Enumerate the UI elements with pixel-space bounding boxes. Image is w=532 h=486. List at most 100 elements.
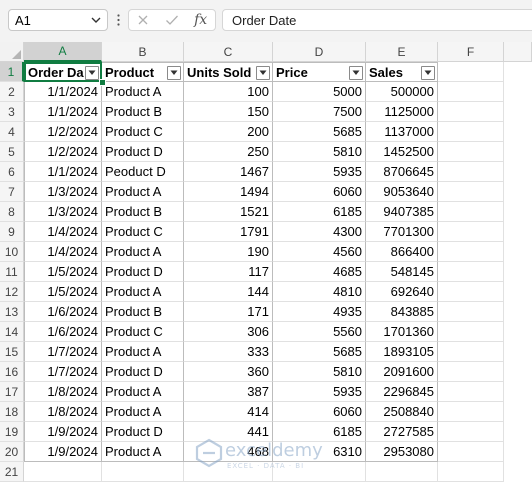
table-cell[interactable]: 1/1/2024 [24, 162, 102, 182]
name-box[interactable]: A1 [8, 9, 108, 31]
empty-cell[interactable] [438, 342, 504, 362]
table-cell[interactable]: 1/9/2024 [24, 442, 102, 462]
table-cell[interactable]: 692640 [366, 282, 438, 302]
row-header-15[interactable]: 15 [0, 342, 24, 362]
table-cell[interactable]: 5810 [273, 362, 366, 382]
filter-dropdown-button[interactable] [349, 66, 363, 80]
table-cell[interactable]: 1494 [184, 182, 273, 202]
formula-input[interactable]: Order Date [222, 9, 532, 31]
table-cell[interactable]: 100 [184, 82, 273, 102]
table-cell[interactable]: Product B [102, 102, 184, 122]
row-header-17[interactable]: 17 [0, 382, 24, 402]
table-cell[interactable]: 1/6/2024 [24, 322, 102, 342]
empty-cell[interactable] [438, 322, 504, 342]
table-cell[interactable]: 1791 [184, 222, 273, 242]
row-header-13[interactable]: 13 [0, 302, 24, 322]
empty-cell[interactable] [438, 462, 504, 482]
column-header-a[interactable]: A [24, 42, 102, 62]
table-cell[interactable]: 500000 [366, 82, 438, 102]
table-cell[interactable]: 1/5/2024 [24, 262, 102, 282]
row-header-3[interactable]: 3 [0, 102, 24, 122]
table-cell[interactable]: 7701300 [366, 222, 438, 242]
table-cell[interactable]: 6185 [273, 202, 366, 222]
row-header-11[interactable]: 11 [0, 262, 24, 282]
table-cell[interactable]: 1452500 [366, 142, 438, 162]
table-cell[interactable]: 171 [184, 302, 273, 322]
more-options-icon[interactable] [114, 10, 122, 30]
table-cell[interactable]: 843885 [366, 302, 438, 322]
row-header-6[interactable]: 6 [0, 162, 24, 182]
empty-cell[interactable] [438, 362, 504, 382]
table-cell[interactable]: 1/6/2024 [24, 302, 102, 322]
table-cell[interactable]: 2508840 [366, 402, 438, 422]
empty-cell[interactable] [438, 62, 504, 82]
empty-cell[interactable] [24, 462, 102, 482]
table-cell[interactable]: 1/2/2024 [24, 122, 102, 142]
table-cell[interactable]: 1137000 [366, 122, 438, 142]
table-cell[interactable]: 250 [184, 142, 273, 162]
table-cell[interactable]: 9407385 [366, 202, 438, 222]
filter-dropdown-button[interactable] [85, 66, 99, 80]
table-cell[interactable]: 1/3/2024 [24, 202, 102, 222]
row-header-5[interactable]: 5 [0, 142, 24, 162]
table-cell[interactable]: 6060 [273, 402, 366, 422]
table-cell[interactable]: 5810 [273, 142, 366, 162]
cancel-icon[interactable] [132, 11, 154, 29]
table-cell[interactable]: 1/9/2024 [24, 422, 102, 442]
table-cell[interactable]: 1521 [184, 202, 273, 222]
table-cell[interactable]: 1/4/2024 [24, 242, 102, 262]
table-cell[interactable]: 190 [184, 242, 273, 262]
table-cell[interactable]: 1/7/2024 [24, 342, 102, 362]
row-header-20[interactable]: 20 [0, 442, 24, 462]
empty-cell[interactable] [438, 402, 504, 422]
table-header-cell[interactable]: Units Sold [184, 62, 273, 82]
table-cell[interactable]: Product A [102, 382, 184, 402]
row-header-16[interactable]: 16 [0, 362, 24, 382]
table-cell[interactable]: 9053640 [366, 182, 438, 202]
empty-cell[interactable] [438, 182, 504, 202]
table-header-cell[interactable]: Product [102, 62, 184, 82]
table-cell[interactable]: Product D [102, 142, 184, 162]
table-cell[interactable]: 1/1/2024 [24, 82, 102, 102]
empty-cell[interactable] [438, 382, 504, 402]
table-cell[interactable]: 5935 [273, 162, 366, 182]
table-cell[interactable]: 1467 [184, 162, 273, 182]
row-header-14[interactable]: 14 [0, 322, 24, 342]
empty-cell[interactable] [438, 122, 504, 142]
table-cell[interactable]: Peoduct D [102, 162, 184, 182]
empty-cell[interactable] [438, 302, 504, 322]
row-header-7[interactable]: 7 [0, 182, 24, 202]
table-cell[interactable]: 1/1/2024 [24, 102, 102, 122]
row-header-1[interactable]: 1 [0, 62, 24, 82]
table-cell[interactable]: Product D [102, 422, 184, 442]
table-cell[interactable]: Product A [102, 402, 184, 422]
row-header-12[interactable]: 12 [0, 282, 24, 302]
column-header-c[interactable]: C [184, 42, 273, 62]
table-cell[interactable]: 4560 [273, 242, 366, 262]
column-header-f[interactable]: F [438, 42, 504, 62]
table-cell[interactable]: 4935 [273, 302, 366, 322]
table-cell[interactable]: 1/3/2024 [24, 182, 102, 202]
table-cell[interactable]: 5685 [273, 342, 366, 362]
table-cell[interactable]: 5685 [273, 122, 366, 142]
row-header-2[interactable]: 2 [0, 82, 24, 102]
table-cell[interactable]: 8706645 [366, 162, 438, 182]
table-cell[interactable]: Product C [102, 122, 184, 142]
table-cell[interactable]: Product A [102, 342, 184, 362]
table-cell[interactable]: 333 [184, 342, 273, 362]
table-cell[interactable]: Product D [102, 362, 184, 382]
table-cell[interactable]: 1893105 [366, 342, 438, 362]
table-cell[interactable]: Product C [102, 222, 184, 242]
empty-cell[interactable] [438, 102, 504, 122]
table-cell[interactable]: 414 [184, 402, 273, 422]
row-header-8[interactable]: 8 [0, 202, 24, 222]
table-cell[interactable]: 6060 [273, 182, 366, 202]
column-header-d[interactable]: D [273, 42, 366, 62]
table-cell[interactable]: Product B [102, 202, 184, 222]
table-cell[interactable]: 548145 [366, 262, 438, 282]
table-cell[interactable]: 4685 [273, 262, 366, 282]
table-cell[interactable]: 866400 [366, 242, 438, 262]
row-header-9[interactable]: 9 [0, 222, 24, 242]
row-header-21[interactable]: 21 [0, 462, 24, 482]
table-cell[interactable]: Product C [102, 322, 184, 342]
